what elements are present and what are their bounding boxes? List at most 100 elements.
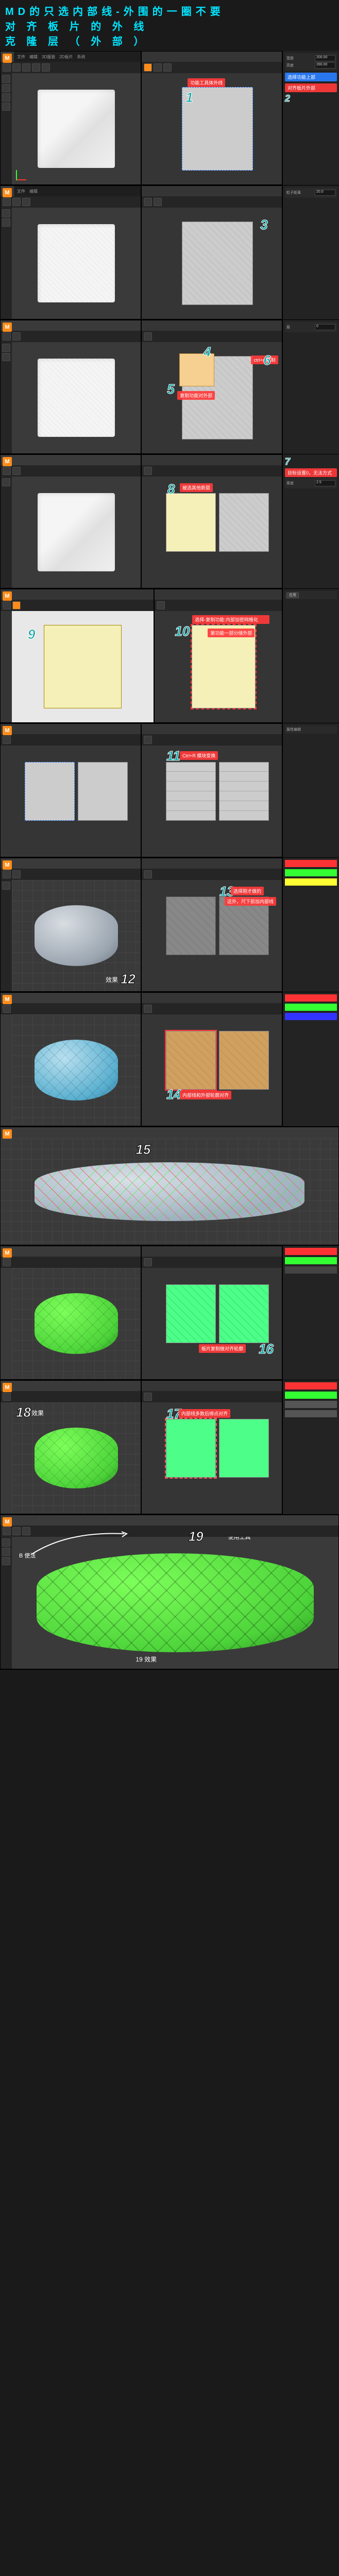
tool-2d-select[interactable]	[144, 63, 152, 72]
side-panel: 宽度200.00 高度280.00 选择功能上部 对齐板片外部 2	[282, 51, 339, 185]
viewport-3d[interactable]	[12, 1268, 141, 1379]
viewport-2d[interactable]: 11 Ctrl+R 模块变换	[153, 745, 282, 857]
pattern-piece[interactable]: 10 选择-复制功能:内部加密网格化 第功能一部分缝外部	[192, 625, 256, 708]
swatch-blue[interactable]	[285, 1013, 337, 1020]
swatch-red[interactable]	[285, 1248, 337, 1255]
viewport-3d[interactable]	[12, 1537, 338, 1669]
tool-scale[interactable]	[32, 63, 40, 72]
title-line-1: MD的只选内部线-外围的一圈不要	[5, 3, 334, 18]
pattern-green-left[interactable]: 17 内部线多数后绑点对齐	[166, 1419, 216, 1477]
input-thickness[interactable]: 2.5	[315, 480, 335, 486]
viewport-2d[interactable]	[12, 745, 141, 857]
tool-rotate[interactable]	[22, 63, 30, 72]
pattern-piece[interactable]: 功能工具体外线 1	[182, 87, 253, 171]
step-number-15: 15	[135, 1142, 150, 1158]
swatch-yellow[interactable]	[285, 878, 337, 886]
tool-l3[interactable]	[2, 93, 10, 101]
tool-select[interactable]	[3, 63, 11, 72]
pattern-piece[interactable]: 4 ctrl+c 复制 5 复制功能对外部 6	[182, 356, 253, 439]
swatch-green[interactable]	[285, 869, 337, 876]
toolbar-2d-top	[142, 331, 282, 342]
tool-2d-rect[interactable]	[163, 63, 172, 72]
toolbar-2d-top	[142, 869, 282, 880]
swatch-green[interactable]	[285, 1392, 337, 1399]
viewport-2d[interactable]: 4 ctrl+c 复制 5 复制功能对外部 6	[153, 342, 282, 453]
viewport-2d[interactable]: 功能工具体外线 1	[153, 73, 282, 184]
viewport-3d[interactable]	[12, 208, 141, 319]
tool-l2[interactable]	[2, 84, 10, 92]
swatch-dark[interactable]	[285, 1266, 337, 1274]
menu-bar[interactable]: 文件编辑	[14, 186, 141, 196]
viewport-2d-light[interactable]: 9	[12, 611, 154, 722]
menu-bar[interactable]: 文件 编辑 3D服装 2D板片 系统	[14, 52, 141, 62]
viewport-3d[interactable]	[12, 1402, 141, 1514]
toolbar-2d-top	[155, 600, 282, 611]
viewport-3d[interactable]: 15	[1, 1139, 338, 1245]
viewport-2d[interactable]: 3	[153, 208, 282, 319]
swatch-red[interactable]	[285, 1382, 337, 1389]
pattern-right[interactable]	[78, 762, 128, 820]
pattern-green-right[interactable]	[219, 1419, 269, 1477]
viewport-2d[interactable]: 板片复制做对齐轮廓 16	[153, 1268, 282, 1379]
viewport-3d[interactable]	[12, 477, 141, 588]
toolbar-2d-top	[142, 465, 282, 477]
tool-pen[interactable]	[42, 63, 50, 72]
viewport-3d[interactable]	[12, 1014, 141, 1126]
pattern-left[interactable]	[25, 762, 75, 820]
pattern-dark-left[interactable]	[166, 896, 216, 955]
swatch-gray[interactable]	[285, 1401, 337, 1408]
label-result-12: 效果	[106, 975, 118, 984]
tool-l4[interactable]	[2, 103, 10, 111]
app-logo: M	[3, 1517, 12, 1527]
toolbar-2d-top	[142, 196, 282, 208]
side-panel	[282, 1246, 339, 1380]
swatch-green[interactable]	[285, 1257, 337, 1264]
pattern-piece[interactable]: 9	[44, 625, 122, 708]
app-logo: M	[3, 860, 12, 870]
pattern-right[interactable]	[219, 493, 269, 551]
menu-settings[interactable]: 系统	[77, 54, 85, 60]
input-particle[interactable]: 20.0	[315, 190, 335, 196]
btn-apply[interactable]: 应用	[286, 592, 299, 598]
pattern-dark-right[interactable]: 13 选择刚才做的 这外，尺下前加内部线	[219, 896, 269, 955]
menu-file[interactable]: 文件	[17, 54, 25, 60]
input-width[interactable]: 200.00	[315, 55, 335, 61]
input-layer[interactable]: 0	[315, 324, 335, 330]
viewport-2d[interactable]: 13 选择刚才做的 这外，尺下前加内部线	[153, 880, 282, 991]
tool-l1[interactable]	[2, 75, 10, 83]
toolbar-top	[1, 62, 141, 73]
swatch-red[interactable]	[285, 994, 337, 1002]
menu-2d[interactable]: 2D板片	[59, 54, 73, 60]
swatch-red[interactable]	[285, 860, 337, 867]
note-step2a: 选择功能上部	[285, 73, 337, 81]
viewport-2d[interactable]: 17 内部线多数后绑点对齐	[153, 1402, 282, 1514]
pattern-piece[interactable]: 3	[182, 222, 253, 305]
viewport-3d[interactable]	[12, 342, 141, 453]
viewport-2d[interactable]: 14 内部线和外部轮廓对齐	[153, 1014, 282, 1126]
menu-edit[interactable]: 编辑	[29, 54, 38, 60]
pattern-grid-left[interactable]: 11 Ctrl+R 模块变换	[166, 762, 216, 820]
pattern-orange-right[interactable]	[219, 1031, 269, 1089]
swatch-gray2[interactable]	[285, 1410, 337, 1417]
menu-3d[interactable]: 3D服装	[42, 54, 55, 60]
pattern-orange-left[interactable]: 14 内部线和外部轮廓对齐	[166, 1031, 216, 1089]
pattern-grid-right[interactable]	[219, 762, 269, 820]
step-number-6: 6	[263, 352, 270, 368]
side-panel: 应用	[282, 589, 339, 723]
tool-move[interactable]	[12, 63, 21, 72]
toolbar-2d-top	[1, 600, 154, 611]
step-number-16: 16	[259, 1341, 274, 1357]
pattern-left[interactable]: 8 被选其他新层	[166, 493, 216, 551]
pillow-blue	[35, 1040, 118, 1101]
viewport-2d[interactable]: 10 选择-复制功能:内部加密网格化 第功能一部分缝外部	[166, 611, 282, 722]
pattern-green-left[interactable]	[166, 1284, 216, 1343]
tool-2d-line[interactable]	[154, 63, 162, 72]
swatch-green[interactable]	[285, 1004, 337, 1011]
step-number-3: 3	[260, 217, 267, 233]
viewport-2d[interactable]: 8 被选其他新层	[153, 477, 282, 588]
pattern-green-right[interactable]: 板片复制做对齐轮廓 16	[219, 1284, 269, 1343]
input-height[interactable]: 280.00	[315, 62, 335, 69]
toolbar-left	[1, 342, 12, 453]
patterns-container	[25, 762, 128, 840]
app-logo: M	[3, 591, 12, 601]
